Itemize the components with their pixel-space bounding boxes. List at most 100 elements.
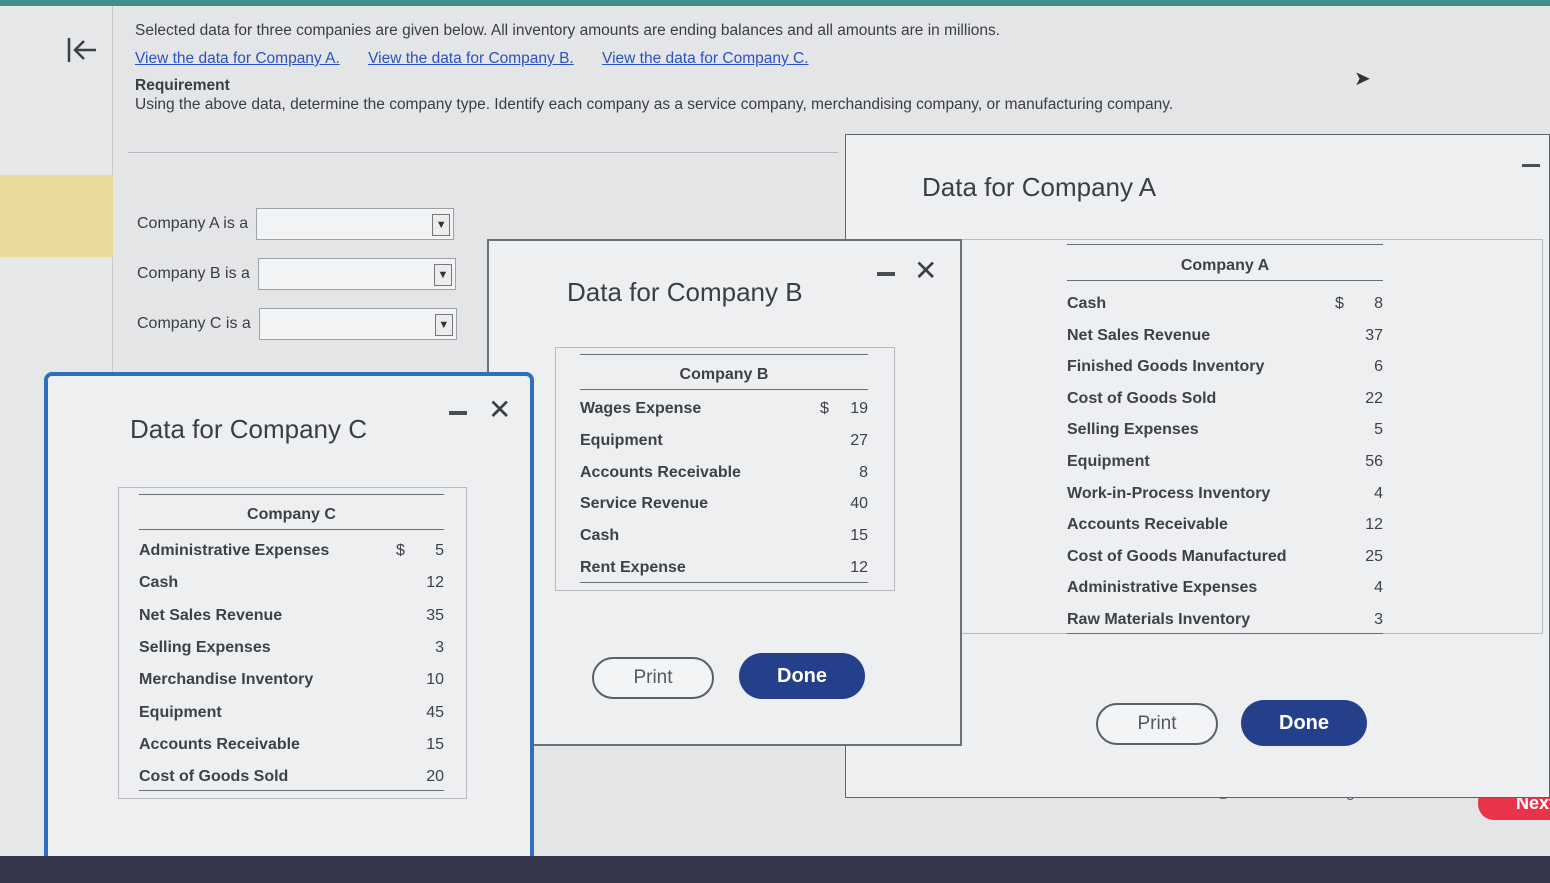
row-label: Net Sales Revenue: [1067, 326, 1211, 344]
minimize-icon[interactable]: [449, 411, 467, 415]
row-label: Administrative Expenses: [1067, 579, 1258, 597]
link-company-b[interactable]: View the data for Company B.: [368, 50, 574, 67]
link-company-c[interactable]: View the data for Company C.: [602, 50, 809, 67]
table-row: Equipment 45: [139, 702, 444, 724]
row-value: 12: [1365, 516, 1383, 534]
dialog-company-c: Data for Company C ✕ Company C Administr…: [44, 372, 534, 862]
row-label: Merchandise Inventory: [139, 671, 314, 689]
print-button[interactable]: Print: [1096, 703, 1218, 745]
row-value: 19: [850, 400, 868, 417]
row-value: 4: [1374, 484, 1383, 502]
row-value: 56: [1365, 453, 1383, 470]
row-label: Equipment: [580, 431, 663, 449]
table-row: Merchandise Inventory 10: [139, 669, 444, 691]
minimize-icon[interactable]: [1522, 164, 1540, 167]
company-c-type-select[interactable]: ▼: [258, 308, 457, 340]
question-company-b: Company B is a ▼: [137, 258, 456, 290]
row-value: 4: [1374, 579, 1383, 597]
dollar-sign: $: [396, 542, 405, 559]
row-label: Selling Expenses: [1067, 421, 1199, 439]
company-links: View the data for Company A. View the da…: [135, 50, 833, 68]
row-value: 3: [1374, 611, 1383, 628]
row-label: Cash: [580, 527, 620, 545]
minimize-icon[interactable]: [877, 272, 895, 276]
back-to-start-icon[interactable]: [60, 30, 104, 70]
row-label: Wages Expense: [580, 400, 702, 417]
row-value: 10: [426, 671, 444, 689]
row-value: 37: [1365, 326, 1383, 344]
table-row: Cash 12: [139, 572, 444, 594]
table-row: Net Sales Revenue 35: [139, 605, 444, 627]
row-value: 5: [435, 542, 444, 559]
table-row: Administrative Expenses $5: [139, 540, 444, 562]
row-value: 6: [1374, 358, 1383, 376]
row-label: Finished Goods Inventory: [1067, 358, 1265, 376]
row-label: Equipment: [1067, 453, 1150, 470]
table-row: Cost of Goods Manufactured 25: [1067, 546, 1383, 568]
row-label: Equipment: [139, 703, 222, 721]
table-row: Cost of Goods Sold 20: [139, 766, 444, 788]
row-value: 12: [426, 574, 444, 592]
question-company-a: Company A is a ▼: [137, 208, 455, 240]
table-row: Raw Materials Inventory 3: [1067, 609, 1383, 631]
close-icon[interactable]: ✕: [488, 396, 511, 424]
mouse-cursor-icon: ➤: [1354, 68, 1371, 90]
row-value: 20: [426, 768, 444, 786]
company-b-type-select[interactable]: ▼: [257, 258, 456, 290]
done-button[interactable]: Done: [739, 653, 865, 699]
row-value: 27: [850, 431, 868, 449]
dropdown-arrow-icon[interactable]: ▼: [432, 214, 451, 236]
row-label: Cash: [1067, 295, 1107, 312]
row-label: Cost of Goods Manufactured: [1067, 547, 1287, 565]
row-label: Rent Expense: [580, 559, 686, 576]
table-row: Accounts Receivable 12: [1067, 514, 1383, 536]
company-a-table: Company A Cash $8 Net Sales Revenue 37 Finis…: [961, 239, 1543, 634]
dollar-sign: $: [820, 400, 829, 417]
table-row: Finished Goods Inventory 6: [1067, 356, 1383, 378]
row-value: 15: [426, 735, 444, 753]
bottom-bar: [0, 856, 1550, 883]
print-button[interactable]: Print: [592, 657, 714, 699]
row-label: Service Revenue: [580, 495, 709, 513]
table-row: Rent Expense 12: [580, 557, 868, 579]
row-value: 8: [1374, 295, 1383, 312]
company-a-type-select[interactable]: ▼: [256, 208, 455, 240]
row-value: 35: [426, 606, 444, 624]
divider: [128, 152, 838, 153]
table-row: Selling Expenses 5: [1067, 419, 1383, 441]
close-icon[interactable]: ✕: [914, 257, 937, 285]
table-header: Company C: [247, 506, 336, 523]
intro-text: Selected data for three companies are gi…: [135, 22, 1001, 39]
link-company-a[interactable]: View the data for Company A.: [135, 50, 340, 67]
question-company-c: Company C is a ▼: [137, 308, 457, 340]
done-button[interactable]: Done: [1241, 700, 1367, 746]
dropdown-arrow-icon[interactable]: ▼: [433, 264, 452, 286]
table-row: Equipment 56: [1067, 451, 1383, 473]
rail-highlight: [0, 175, 113, 257]
table-row: Accounts Receivable 15: [139, 734, 444, 756]
row-label: Cost of Goods Sold: [1067, 389, 1217, 407]
table-row: Work-in-Process Inventory 4: [1067, 483, 1383, 505]
dialog-title: Data for Company B: [567, 277, 803, 307]
table-row: Accounts Receivable 8: [580, 462, 868, 484]
table-header: Company A: [1180, 257, 1270, 274]
row-value: 45: [426, 703, 444, 721]
table-row: Cash $8: [1067, 293, 1383, 315]
requirement-title: Requirement: [135, 77, 230, 94]
table-row: Cash 15: [580, 525, 868, 547]
dialog-title: Data for Company A: [922, 172, 1157, 202]
question-label: Company A is a: [137, 215, 249, 232]
row-label: Selling Expenses: [139, 638, 271, 656]
row-value: 15: [850, 527, 868, 545]
row-value: 5: [1374, 421, 1383, 439]
row-label: Accounts Receivable: [580, 463, 741, 481]
row-value: 3: [435, 638, 444, 656]
row-label: Net Sales Revenue: [139, 606, 283, 624]
row-label: Accounts Receivable: [1067, 516, 1228, 534]
row-label: Cost of Goods Sold: [139, 768, 289, 786]
table-row: Wages Expense $19: [580, 398, 868, 420]
row-value: 8: [859, 463, 868, 481]
dropdown-arrow-icon[interactable]: ▼: [434, 314, 453, 336]
question-label: Company C is a: [137, 315, 251, 332]
table-row: Administrative Expenses 4: [1067, 577, 1383, 599]
